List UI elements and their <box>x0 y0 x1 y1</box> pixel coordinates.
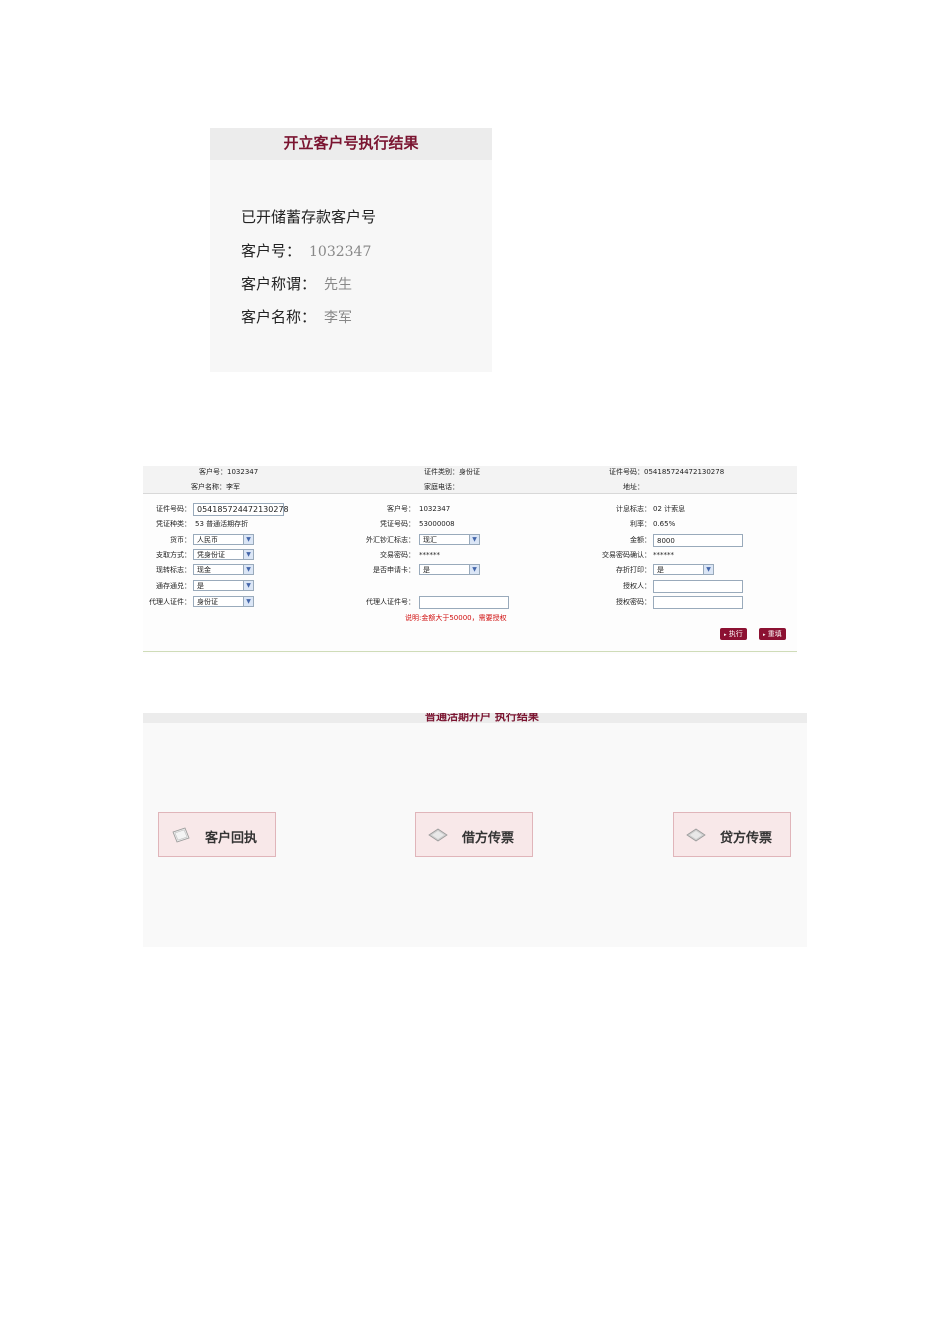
chevron-down-icon: ▼ <box>243 550 253 559</box>
open-account-form-panel: 客户号：1032347 证件类别：身份证 证件号码：05418572447213… <box>143 466 797 654</box>
withdraw-label: 支取方式： <box>156 551 191 559</box>
panel-title-strip: 普通活期开户 执行结果 <box>143 713 807 723</box>
credit-voucher-button[interactable]: 贷方传票 <box>673 812 791 857</box>
withdraw-select[interactable]: 凭身份证 ▼ <box>193 549 254 560</box>
agent-id-no-label: 代理人证件号： <box>366 598 415 606</box>
chevron-down-icon: ▼ <box>243 581 253 590</box>
auth-pwd-label: 授权密码： <box>616 598 651 606</box>
chevron-down-icon: ▼ <box>243 535 253 544</box>
header-address: 地址： <box>623 483 644 491</box>
pwd-value: ****** <box>419 551 440 559</box>
currency-value: 人民币 <box>197 536 218 544</box>
pwd-confirm-label: 交易密码确认： <box>602 551 651 559</box>
print-select[interactable]: 是 ▼ <box>653 564 714 575</box>
print-value: 是 <box>657 566 664 574</box>
customer-title-value: 先生 <box>324 277 353 293</box>
open-customer-result-panel: 开立客户号执行结果 已开储蓄存款客户号 客户号： 1032347 客户称谓： 先生 … <box>210 128 492 372</box>
receipt-icon <box>172 827 190 843</box>
card-value: 是 <box>423 566 430 574</box>
card-label: 是否申请卡： <box>373 566 415 574</box>
fx-value: 现汇 <box>423 536 437 544</box>
amount-note: 说明:金额大于50000，需要授权 <box>405 614 507 622</box>
authorizer-label: 授权人： <box>623 582 651 590</box>
customer-no-row: 客户号： 1032347 <box>241 240 371 261</box>
fx-label: 外汇钞汇标志： <box>366 536 415 544</box>
voucher-type-value: 53 普通活期存折 <box>195 520 249 528</box>
header-home-phone: 家庭电话： <box>424 483 459 491</box>
result-heading: 已开储蓄存款客户号 <box>241 208 377 226</box>
divider <box>143 651 797 652</box>
reset-button[interactable]: ▸ 重填 <box>759 628 786 640</box>
execute-button[interactable]: ▸ 执行 <box>720 628 747 640</box>
customer-no-label: 客户号： <box>387 505 415 513</box>
debit-voucher-button[interactable]: 借方传票 <box>415 812 533 857</box>
currency-label: 货币： <box>170 536 191 544</box>
auto-select[interactable]: 是 ▼ <box>193 580 254 591</box>
rate-label: 利率： <box>630 520 651 528</box>
auto-label: 通存通兑： <box>156 582 191 590</box>
header-customer-name: 客户名称：李军 <box>191 483 240 491</box>
customer-title-row: 客户称谓： 先生 <box>241 273 352 294</box>
play-icon: ▸ <box>724 632 727 638</box>
amount-input[interactable]: 8000 <box>653 534 743 547</box>
print-result-panel: 普通活期开户 执行结果 客户回执 借方传票 贷方传票 <box>143 713 807 947</box>
voucher-icon <box>686 828 706 842</box>
card-select[interactable]: 是 ▼ <box>419 564 480 575</box>
print-label: 存折打印： <box>616 566 651 574</box>
authorizer-input[interactable] <box>653 580 743 593</box>
chevron-down-icon: ▼ <box>243 597 253 606</box>
customer-no-label: 客户号： <box>241 242 302 260</box>
customer-title-label: 客户称谓： <box>241 275 317 293</box>
pwd-label: 交易密码： <box>380 551 415 559</box>
chevron-down-icon: ▼ <box>469 535 479 544</box>
customer-name-value: 李军 <box>324 310 353 326</box>
customer-name-row: 客户名称： 李军 <box>241 306 352 327</box>
id-no-label: 证件号码： <box>156 505 191 513</box>
cash-value: 现金 <box>197 566 211 574</box>
voucher-no-value: 53000008 <box>419 520 455 528</box>
agent-id-select[interactable]: 身份证 ▼ <box>193 596 254 607</box>
id-no-input[interactable]: 054185724472130278 <box>193 503 289 516</box>
execute-label: 执行 <box>728 630 743 638</box>
withdraw-value: 凭身份证 <box>197 551 225 559</box>
cash-label: 现转标志： <box>156 566 191 574</box>
pwd-confirm-value: ****** <box>653 551 674 559</box>
header-customer-no: 客户号：1032347 <box>199 468 259 476</box>
credit-voucher-label: 贷方传票 <box>720 831 773 846</box>
agent-id-value: 身份证 <box>197 598 218 606</box>
voucher-icon <box>428 828 448 842</box>
customer-no-value: 1032347 <box>419 505 451 513</box>
chevron-down-icon: ▼ <box>703 565 713 574</box>
auth-pwd-input[interactable] <box>653 596 743 609</box>
agent-id-no-input[interactable] <box>419 596 509 609</box>
panel-title: 普通活期开户 执行结果 <box>425 713 539 723</box>
amount-label: 金额： <box>630 536 651 544</box>
cash-select[interactable]: 现金 ▼ <box>193 564 254 575</box>
voucher-no-label: 凭证号码： <box>380 520 415 528</box>
header-id-no: 证件号码：054185724472130278 <box>609 468 725 476</box>
currency-select[interactable]: 人民币 ▼ <box>193 534 254 545</box>
voucher-type-label: 凭证种类： <box>156 520 191 528</box>
play-icon: ▸ <box>763 632 766 638</box>
reset-label: 重填 <box>767 630 782 638</box>
customer-no-value: 1032347 <box>309 244 372 260</box>
customer-receipt-button[interactable]: 客户回执 <box>158 812 276 857</box>
auto-value: 是 <box>197 582 204 590</box>
header-id-type: 证件类别：身份证 <box>424 468 480 476</box>
customer-receipt-label: 客户回执 <box>205 831 258 846</box>
debit-voucher-label: 借方传票 <box>462 831 515 846</box>
rate-value: 0.65% <box>653 520 676 528</box>
interest-label: 计息标志： <box>616 505 651 513</box>
fx-select[interactable]: 现汇 ▼ <box>419 534 480 545</box>
chevron-down-icon: ▼ <box>469 565 479 574</box>
panel-title: 开立客户号执行结果 <box>210 128 492 160</box>
interest-value: 02 计索息 <box>653 505 686 513</box>
customer-name-label: 客户名称： <box>241 308 317 326</box>
agent-id-label: 代理人证件： <box>149 598 191 606</box>
chevron-down-icon: ▼ <box>243 565 253 574</box>
